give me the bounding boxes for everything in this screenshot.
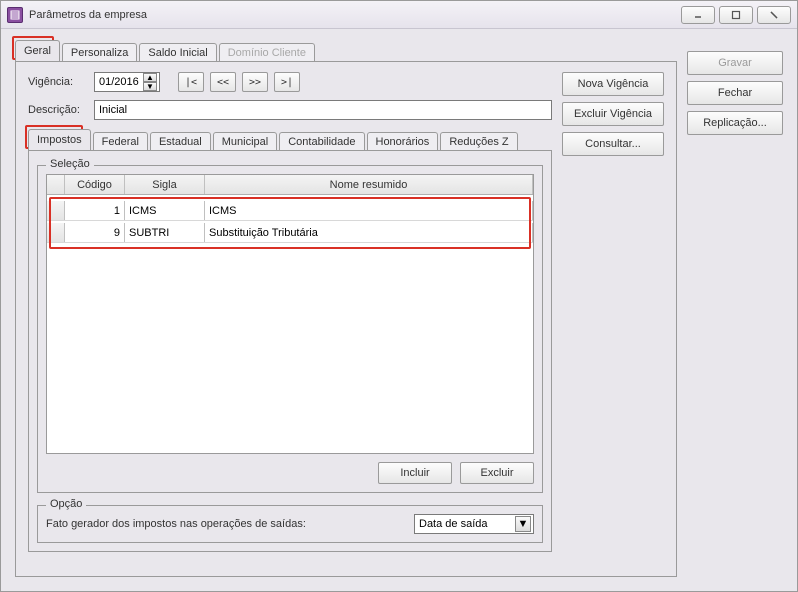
minimize-button[interactable] xyxy=(681,6,715,24)
tab-municipal-label: Municipal xyxy=(222,136,268,148)
vigencia-buttons: Nova Vigência Excluir Vigência Consultar… xyxy=(562,72,664,552)
nav-prev-button[interactable]: << xyxy=(210,72,236,92)
app-icon xyxy=(7,7,23,23)
vigencia-value: 01/2016 xyxy=(99,76,139,88)
row-selector[interactable] xyxy=(47,223,65,242)
impostos-table: Código Sigla Nome resumido 1 ICMS xyxy=(46,174,534,454)
main-column: Geral Personaliza Saldo Inicial Domínio … xyxy=(15,39,677,577)
incluir-label: Incluir xyxy=(400,467,429,479)
vigencia-input[interactable]: 01/2016 ▲ ▼ xyxy=(94,72,160,92)
vigencia-spin-up[interactable]: ▲ xyxy=(143,73,157,82)
tab-impostos[interactable]: Impostos xyxy=(28,129,91,150)
fechar-button[interactable]: Fechar xyxy=(687,81,783,105)
fechar-label: Fechar xyxy=(718,87,752,99)
cell-sigla: ICMS xyxy=(125,201,205,220)
tab-saldo-inicial-label: Saldo Inicial xyxy=(148,47,207,59)
tab-estadual-label: Estadual xyxy=(159,136,202,148)
main-tabstrip: Geral Personaliza Saldo Inicial Domínio … xyxy=(15,39,677,61)
incluir-button[interactable]: Incluir xyxy=(378,462,452,484)
tab-reducoes-z-label: Reduções Z xyxy=(449,136,508,148)
inner-tabstrip: Impostos Federal Estadual Municipal Cont… xyxy=(28,128,552,150)
fieldset-opcao: Opção Fato gerador dos impostos nas oper… xyxy=(37,505,543,543)
tab-saldo-inicial[interactable]: Saldo Inicial xyxy=(139,43,216,62)
table-body: 1 ICMS ICMS 9 SUBTRI Subs xyxy=(47,195,533,453)
consultar-label: Consultar... xyxy=(585,138,641,150)
tab-contabilidade[interactable]: Contabilidade xyxy=(279,132,364,151)
descricao-label: Descrição: xyxy=(28,104,88,116)
vigencia-spin-down[interactable]: ▼ xyxy=(143,82,157,91)
fato-gerador-value: Data de saída xyxy=(419,518,488,530)
nav-first-button[interactable]: |< xyxy=(178,72,204,92)
replicacao-button[interactable]: Replicação... xyxy=(687,111,783,135)
th-nome: Nome resumido xyxy=(205,175,533,194)
row-selector[interactable] xyxy=(47,201,65,220)
nav-last-button[interactable]: >| xyxy=(274,72,300,92)
table-row[interactable]: 9 SUBTRI Substituição Tributária xyxy=(47,223,533,243)
legend-selecao: Seleção xyxy=(46,158,94,170)
tab-contabilidade-label: Contabilidade xyxy=(288,136,355,148)
impostos-panel: Seleção Código Sigla Nome resumido xyxy=(28,150,552,552)
cell-nome: Substituição Tributária xyxy=(205,223,533,242)
consultar-button[interactable]: Consultar... xyxy=(562,132,664,156)
cell-codigo: 1 xyxy=(65,201,125,220)
client-area: Geral Personaliza Saldo Inicial Domínio … xyxy=(1,29,797,591)
tab-geral[interactable]: Geral xyxy=(15,40,60,61)
table-row[interactable]: 1 ICMS ICMS xyxy=(47,201,533,221)
fieldset-selecao: Seleção Código Sigla Nome resumido xyxy=(37,165,543,493)
tab-federal[interactable]: Federal xyxy=(93,132,148,151)
geral-panel: Vigência: 01/2016 ▲ ▼ |< << xyxy=(15,61,677,577)
excluir-vigencia-label: Excluir Vigência xyxy=(574,108,652,120)
close-button[interactable] xyxy=(757,6,791,24)
nav-next-button[interactable]: >> xyxy=(242,72,268,92)
nova-vigencia-label: Nova Vigência xyxy=(578,78,649,90)
window-title: Parâmetros da empresa xyxy=(29,9,147,21)
replicacao-label: Replicação... xyxy=(703,117,767,129)
tab-impostos-label: Impostos xyxy=(37,134,82,146)
gravar-label: Gravar xyxy=(718,57,752,69)
legend-opcao: Opção xyxy=(46,498,86,510)
tab-reducoes-z[interactable]: Reduções Z xyxy=(440,132,517,151)
opcao-row: Fato gerador dos impostos nas operações … xyxy=(46,514,534,534)
fato-gerador-select[interactable]: Data de saída ▼ xyxy=(414,514,534,534)
tab-dominio-cliente-label: Domínio Cliente xyxy=(228,47,306,59)
excluir-button[interactable]: Excluir xyxy=(460,462,534,484)
gravar-button[interactable]: Gravar xyxy=(687,51,783,75)
window: Parâmetros da empresa Geral Personaliza … xyxy=(0,0,798,592)
geral-top: Vigência: 01/2016 ▲ ▼ |< << xyxy=(28,72,664,552)
th-selector xyxy=(47,175,65,194)
cell-sigla: SUBTRI xyxy=(125,223,205,242)
row-vigencia: Vigência: 01/2016 ▲ ▼ |< << xyxy=(28,72,552,92)
tab-honorarios[interactable]: Honorários xyxy=(367,132,439,151)
vigencia-label: Vigência: xyxy=(28,76,88,88)
tab-geral-label: Geral xyxy=(24,45,51,57)
fato-gerador-label: Fato gerador dos impostos nas operações … xyxy=(46,518,306,530)
geral-left: Vigência: 01/2016 ▲ ▼ |< << xyxy=(28,72,552,552)
descricao-value: Inicial xyxy=(99,104,127,116)
dropdown-icon[interactable]: ▼ xyxy=(515,516,531,532)
table-header: Código Sigla Nome resumido xyxy=(47,175,533,195)
excluir-vigencia-button[interactable]: Excluir Vigência xyxy=(562,102,664,126)
tab-municipal[interactable]: Municipal xyxy=(213,132,277,151)
descricao-input[interactable]: Inicial xyxy=(94,100,552,120)
th-codigo: Código xyxy=(65,175,125,194)
nova-vigencia-button[interactable]: Nova Vigência xyxy=(562,72,664,96)
side-buttons: Gravar Fechar Replicação... xyxy=(687,39,783,577)
th-sigla: Sigla xyxy=(125,175,205,194)
tab-personaliza-label: Personaliza xyxy=(71,47,128,59)
cell-nome: ICMS xyxy=(205,201,533,220)
tab-personaliza[interactable]: Personaliza xyxy=(62,43,137,62)
row-descricao: Descrição: Inicial xyxy=(28,100,552,120)
vigencia-spinner: ▲ ▼ xyxy=(143,73,157,91)
selecao-buttons: Incluir Excluir xyxy=(46,462,534,484)
tab-estadual[interactable]: Estadual xyxy=(150,132,211,151)
tab-federal-label: Federal xyxy=(102,136,139,148)
maximize-button[interactable] xyxy=(719,6,753,24)
tab-honorarios-label: Honorários xyxy=(376,136,430,148)
titlebar: Parâmetros da empresa xyxy=(1,1,797,29)
cell-codigo: 9 xyxy=(65,223,125,242)
tab-dominio-cliente: Domínio Cliente xyxy=(219,43,315,62)
excluir-label: Excluir xyxy=(480,467,513,479)
